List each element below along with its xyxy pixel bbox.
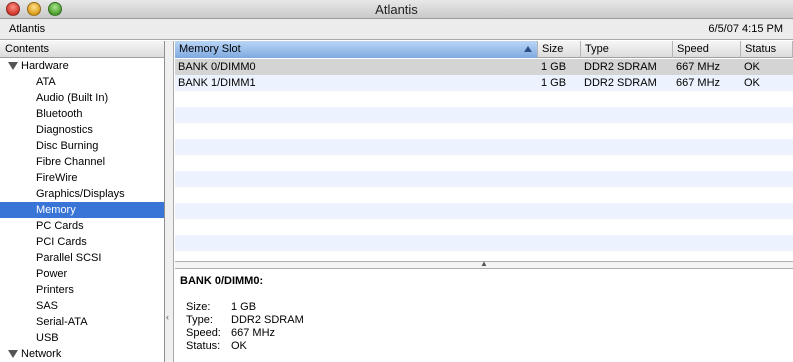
sidebar-item-printers[interactable]: Printers	[0, 282, 164, 298]
sidebar-group-label: Hardware	[21, 60, 69, 72]
window-titlebar[interactable]: Atlantis	[0, 0, 793, 19]
empty-table-row	[175, 187, 793, 203]
table-cell: OK	[744, 77, 760, 89]
sidebar-group-label: Network	[21, 348, 62, 360]
empty-table-row	[175, 91, 793, 107]
sidebar-item-sas[interactable]: SAS	[0, 298, 164, 314]
sidebar-item-diagnostics[interactable]: Diagnostics	[0, 122, 164, 138]
empty-table-row	[175, 171, 793, 187]
detail-field-value: 667 MHz	[231, 327, 276, 339]
disclosure-triangle-icon[interactable]	[8, 62, 18, 71]
table-cell: 667 MHz	[676, 61, 721, 73]
contents-sidebar[interactable]: Contents Hardware ATA Audio (Built In) Blue…	[0, 41, 165, 362]
detail-field-label: Speed:	[186, 327, 221, 339]
detail-pane: BANK 0/DIMM0: Size: 1 GB Type: DDR2 SDRAM Sp…	[175, 270, 793, 362]
empty-table-row	[175, 203, 793, 219]
memory-table[interactable]: Memory Slot Size Type Speed Status BANK 0/DI…	[175, 41, 793, 261]
empty-table-row	[175, 235, 793, 251]
detail-field-value: DDR2 SDRAM	[231, 314, 304, 326]
sidebar-item-pc-cards[interactable]: PC Cards	[0, 218, 164, 234]
table-cell: 667 MHz	[676, 77, 721, 89]
sidebar-item-usb[interactable]: USB	[0, 330, 164, 346]
detail-field-row: Type: DDR2 SDRAM	[186, 314, 304, 327]
splitter-grip-icon[interactable]: ‹	[166, 312, 169, 322]
sidebar-item-pci-cards[interactable]: PCI Cards	[0, 234, 164, 250]
column-header-status[interactable]: Status	[741, 41, 793, 58]
empty-table-row	[175, 155, 793, 171]
detail-field-value: 1 GB	[231, 301, 257, 313]
info-bar: Atlantis 6/5/07 4:15 PM	[0, 19, 793, 40]
table-row[interactable]: BANK 1/DIMM1 1 GB DDR2 SDRAM 667 MHz OK	[175, 75, 793, 91]
table-cell: DDR2 SDRAM	[584, 77, 657, 89]
table-cell: 1 GB	[541, 61, 567, 73]
table-row[interactable]: BANK 0/DIMM0 1 GB DDR2 SDRAM 667 MHz OK	[175, 59, 793, 75]
report-datetime: 6/5/07 4:15 PM	[708, 23, 783, 35]
detail-field-label: Status:	[186, 340, 221, 352]
sidebar-item-ata[interactable]: ATA	[0, 74, 164, 90]
horizontal-splitter[interactable]: ▲	[175, 259, 793, 269]
disclosure-triangle-icon[interactable]	[8, 350, 18, 359]
column-header-size[interactable]: Size	[538, 41, 581, 58]
table-cell: 1 GB	[541, 77, 567, 89]
sidebar-item-audio-built-in[interactable]: Audio (Built In)	[0, 90, 164, 106]
table-header[interactable]: Memory Slot Size Type Speed Status	[175, 41, 793, 58]
empty-table-row	[175, 219, 793, 235]
empty-table-row	[175, 123, 793, 139]
detail-field-row: Size: 1 GB	[186, 301, 304, 314]
sidebar-item-power[interactable]: Power	[0, 266, 164, 282]
sidebar-item-graphics-displays[interactable]: Graphics/Displays	[0, 186, 164, 202]
table-cell: DDR2 SDRAM	[584, 61, 657, 73]
machine-name: Atlantis	[9, 23, 46, 35]
table-body[interactable]: BANK 0/DIMM0 1 GB DDR2 SDRAM 667 MHz OK BANK …	[175, 59, 793, 261]
detail-field-row: Status: OK	[186, 340, 304, 353]
detail-fields: Size: 1 GB Type: DDR2 SDRAM Speed: 667 MHz Sta…	[186, 301, 304, 353]
column-header-speed[interactable]: Speed	[673, 41, 741, 58]
sidebar-group-hardware[interactable]: Hardware	[0, 58, 164, 74]
table-cell: BANK 1/DIMM1	[178, 77, 256, 89]
sidebar-item-fibre-channel[interactable]: Fibre Channel	[0, 154, 164, 170]
empty-table-row	[175, 107, 793, 123]
sidebar-header[interactable]: Contents	[0, 41, 164, 58]
detail-field-row: Speed: 667 MHz	[186, 327, 304, 340]
window-title: Atlantis	[375, 2, 418, 17]
sidebar-item-disc-burning[interactable]: Disc Burning	[0, 138, 164, 154]
sidebar-group-network[interactable]: Network	[0, 346, 164, 362]
empty-table-row	[175, 139, 793, 155]
column-header-type[interactable]: Type	[581, 41, 673, 58]
detail-field-label: Type:	[186, 314, 213, 326]
table-cell: BANK 0/DIMM0	[178, 61, 256, 73]
sidebar-item-bluetooth[interactable]: Bluetooth	[0, 106, 164, 122]
sidebar-item-firewire[interactable]: FireWire	[0, 170, 164, 186]
sidebar-item-serial-ata[interactable]: Serial-ATA	[0, 314, 164, 330]
detail-title: BANK 0/DIMM0:	[180, 275, 264, 287]
column-header-memory-slot[interactable]: Memory Slot	[175, 41, 538, 58]
sidebar-item-parallel-scsi[interactable]: Parallel SCSI	[0, 250, 164, 266]
detail-field-label: Size:	[186, 301, 211, 313]
splitter-grip-icon[interactable]: ▲	[480, 259, 488, 268]
detail-field-value: OK	[231, 340, 247, 352]
sort-ascending-icon[interactable]	[524, 46, 532, 52]
table-cell: OK	[744, 61, 760, 73]
contents-tree[interactable]: Hardware ATA Audio (Built In) Bluetooth Diag…	[0, 58, 164, 362]
sidebar-item-memory[interactable]: Memory	[0, 202, 164, 218]
vertical-splitter[interactable]: ‹	[165, 41, 174, 362]
